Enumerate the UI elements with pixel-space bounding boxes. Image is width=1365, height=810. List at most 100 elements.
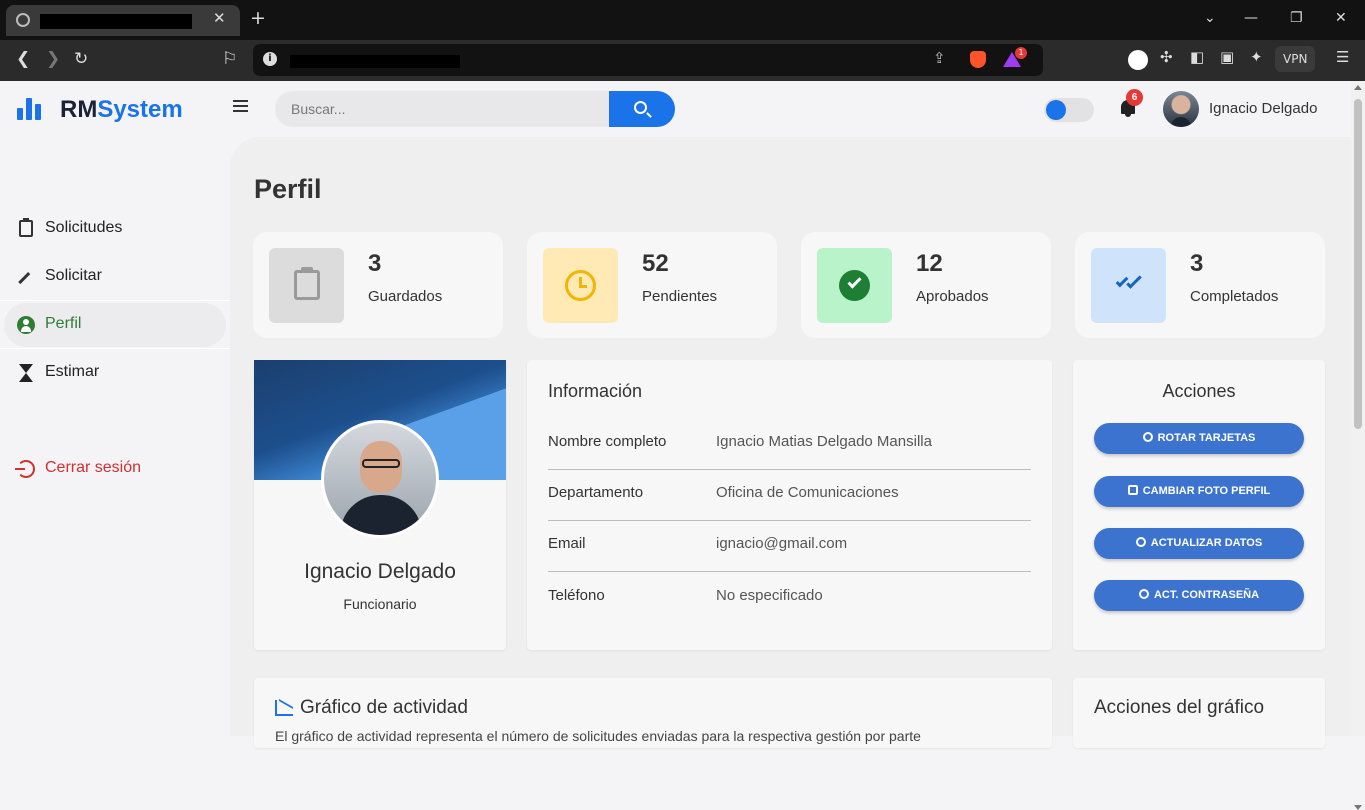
stat-card-guardados[interactable]: 3 Guardados [253, 232, 503, 338]
clipboard-icon [19, 218, 33, 237]
info-key: Nombre completo [548, 433, 667, 450]
theme-toggle[interactable] [1044, 98, 1094, 122]
leo-ai-icon[interactable]: ✦ [1250, 48, 1263, 66]
activity-description: El gráfico de actividad representa el nú… [275, 728, 921, 744]
profile-role: Funcionario [343, 596, 417, 612]
bookmark-icon[interactable]: ⚐ [222, 49, 237, 69]
browser-tab-strip: ✕ + ⌄ — ❐ ✕ [0, 0, 1365, 40]
brave-shields-icon[interactable] [970, 51, 986, 68]
logo-bars-icon [17, 98, 43, 120]
notification-badge: 6 [1126, 89, 1143, 106]
scroll-up-icon[interactable] [1354, 85, 1362, 90]
sidebar-item-label: Perfil [45, 315, 82, 332]
page-scrollbar[interactable] [1351, 81, 1365, 810]
sidebar-item-solicitar[interactable]: Solicitar [4, 255, 226, 299]
key-icon [1138, 589, 1149, 599]
clipboard-icon [269, 248, 344, 323]
search-icon [634, 101, 647, 114]
app-header: RMSystem 6 Ignacio Delgado [0, 81, 1351, 137]
new-tab-icon[interactable]: + [250, 7, 266, 29]
stat-card-pendientes[interactable]: 52 Pendientes [527, 232, 777, 338]
button-label: ACTUALIZAR DATOS [1150, 537, 1263, 549]
actions-title: Acciones [1162, 381, 1236, 401]
stat-label: Guardados [368, 288, 443, 305]
app-logo[interactable]: RMSystem [60, 96, 183, 124]
pencil-icon [13, 264, 38, 289]
logout-button[interactable]: Cerrar sesión [4, 447, 226, 491]
info-key: Email [548, 535, 586, 552]
user-circle-icon [17, 316, 35, 334]
browser-tab[interactable]: ✕ [6, 5, 240, 36]
info-row: Departamento Oficina de Comunicaciones [548, 470, 1031, 521]
camera-icon [1127, 485, 1138, 495]
sidebar-item-label: Solicitudes [45, 219, 123, 236]
stat-value: 52 [642, 250, 669, 277]
extensions-icon[interactable]: ✣ [1160, 48, 1173, 66]
vpn-button[interactable]: VPN [1275, 46, 1316, 72]
sidebar-item-solicitudes[interactable]: Solicitudes [4, 207, 226, 251]
share-icon[interactable]: ⇪ [933, 49, 946, 67]
divider [0, 300, 232, 301]
stat-label: Aprobados [916, 288, 989, 305]
forward-icon[interactable]: ❯ [46, 49, 60, 69]
change-password-button[interactable]: ACT. CONTRASEÑA [1094, 580, 1304, 611]
info-value: Oficina de Comunicaciones [716, 484, 899, 501]
logout-label: Cerrar sesión [45, 459, 142, 476]
minimize-icon[interactable]: — [1244, 10, 1258, 26]
stat-value: 3 [368, 250, 382, 277]
line-chart-icon [275, 700, 293, 716]
info-key: Teléfono [548, 587, 605, 604]
address-bar[interactable]: i ⇪ 1 [253, 44, 1043, 76]
update-data-button[interactable]: ACTUALIZAR DATOS [1094, 528, 1304, 559]
sidebar-item-estimar[interactable]: Estimar [4, 351, 226, 395]
scroll-down-icon[interactable] [1354, 805, 1362, 810]
logo-prefix: RM [60, 96, 98, 123]
menu-icon[interactable]: ☰ [1336, 48, 1349, 66]
search-button[interactable] [609, 91, 675, 127]
activity-card: Gráfico de actividad El gráfico de activ… [254, 678, 1052, 748]
close-window-icon[interactable]: ✕ [1335, 10, 1347, 26]
wallet-icon[interactable]: ▣ [1220, 48, 1234, 66]
change-photo-button[interactable]: CAMBIAR FOTO PERFIL [1094, 476, 1304, 507]
scrollbar-thumb[interactable] [1354, 99, 1362, 429]
info-value: ignacio@gmail.com [716, 535, 848, 552]
double-check-icon [1091, 248, 1166, 323]
chart-actions-title: Acciones del gráfico [1094, 697, 1265, 718]
user-avatar[interactable] [1163, 91, 1199, 127]
profile-name: Ignacio Delgado [304, 560, 456, 583]
tab-title-redacted [40, 14, 192, 29]
restore-icon[interactable]: ❐ [1290, 10, 1303, 26]
info-row: Nombre completo Ignacio Matias Delgado M… [548, 419, 1031, 470]
logo-highlight: System [97, 96, 183, 123]
tab-close-icon[interactable]: ✕ [213, 9, 226, 27]
hamburger-menu-icon[interactable] [233, 100, 248, 112]
search-input[interactable] [275, 91, 609, 127]
info-title: Información [548, 381, 643, 401]
globe-icon [16, 13, 30, 27]
stat-label: Pendientes [642, 288, 718, 305]
user-edit-icon [1135, 537, 1146, 547]
clock-icon [543, 248, 618, 323]
tab-list-chevron-icon[interactable]: ⌄ [1204, 10, 1216, 26]
browser-toolbar: ❮ ❯ ↻ ⚐ i ⇪ 1 ✣ ◧ ▣ ✦ VPN ☰ [0, 40, 1365, 81]
site-info-icon[interactable]: i [263, 52, 277, 66]
hourglass-icon [17, 364, 35, 382]
divider [0, 348, 232, 349]
back-icon[interactable]: ❮ [16, 49, 30, 69]
header-user-name[interactable]: Ignacio Delgado [1209, 100, 1317, 117]
stat-value: 12 [916, 250, 943, 277]
rotate-cards-button[interactable]: ROTAR TARJETAS [1094, 423, 1304, 454]
info-value: Ignacio Matias Delgado Mansilla [716, 433, 932, 450]
sidebar-item-perfil[interactable]: Perfil [4, 303, 226, 347]
sidebar-toggle-icon[interactable]: ◧ [1190, 48, 1204, 66]
stat-card-aprobados[interactable]: 12 Aprobados [801, 232, 1051, 338]
stat-card-completados[interactable]: 3 Completados [1075, 232, 1325, 338]
reload-icon[interactable]: ↻ [74, 49, 88, 69]
translate-extension-icon[interactable] [1128, 50, 1148, 70]
button-label: ACT. CONTRASEÑA [1153, 589, 1260, 601]
profile-photo [321, 420, 439, 538]
refresh-icon [1142, 432, 1153, 442]
info-row: Email ignacio@gmail.com [548, 521, 1031, 572]
sidebar-item-label: Solicitar [45, 267, 102, 284]
info-row: Teléfono No especificado [548, 573, 1031, 624]
